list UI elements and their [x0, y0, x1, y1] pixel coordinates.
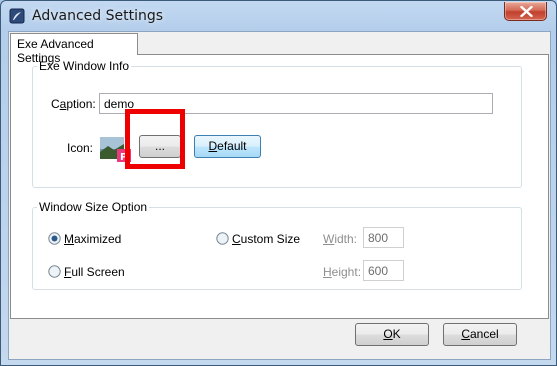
close-button[interactable]: [504, 2, 547, 21]
cancel-button[interactable]: Cancel: [443, 323, 517, 346]
width-label: Width:: [323, 232, 358, 246]
close-x-icon: [520, 6, 533, 17]
tab-exe-advanced-settings[interactable]: Exe Advanced Settings: [10, 33, 138, 65]
maximized-label[interactable]: Maximized: [64, 232, 121, 246]
maximized-radio[interactable]: [48, 232, 61, 245]
advanced-settings-dialog: Advanced Settings Exe Advanced Settings …: [0, 0, 557, 366]
dialog-client-area: Exe Advanced Settings Exe Window Info Ca…: [8, 31, 551, 360]
custom-size-label[interactable]: Custom Size: [232, 232, 300, 246]
tab-panel: Exe Window Info Caption: Icon: P ... Def…: [10, 54, 549, 319]
pdf-app-icon: [9, 8, 25, 24]
height-input[interactable]: [363, 260, 404, 281]
tab-label: Exe Advanced Settings: [17, 37, 94, 65]
window-size-option-legend: Window Size Option: [39, 200, 148, 214]
highlight-annotation: [125, 109, 185, 169]
width-input[interactable]: [363, 227, 404, 248]
height-label: Height:: [323, 265, 362, 279]
ok-button[interactable]: OK: [355, 323, 429, 346]
full-screen-radio[interactable]: [48, 265, 61, 278]
default-icon-button[interactable]: Default: [194, 135, 261, 158]
title-bar[interactable]: Advanced Settings: [1, 1, 556, 31]
custom-size-radio[interactable]: [216, 232, 229, 245]
full-screen-label[interactable]: Full Screen: [64, 265, 125, 279]
exe-window-info-group: Exe Window Info: [32, 59, 522, 188]
icon-label: Icon:: [67, 141, 94, 155]
window-title: Advanced Settings: [32, 8, 164, 24]
caption-label: Caption:: [51, 97, 96, 111]
